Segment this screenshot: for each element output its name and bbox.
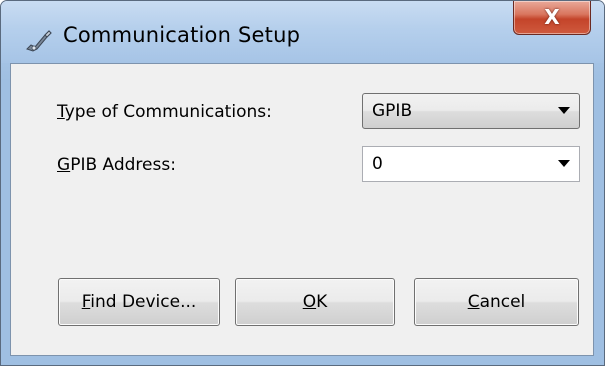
address-label-text: PIB Address: xyxy=(70,155,176,175)
address-label-mnemonic: G xyxy=(57,155,71,175)
gpib-address-label: GPIB Address: xyxy=(57,155,176,175)
type-label-text: ype of Communications: xyxy=(64,102,272,122)
find-device-button[interactable]: Find Device... xyxy=(58,278,220,326)
ok-label: K xyxy=(316,292,328,312)
type-of-communications-label: Type of Communications: xyxy=(57,102,272,122)
type-select-value: GPIB xyxy=(372,101,413,121)
title-bar[interactable]: Communication Setup X xyxy=(1,1,604,63)
find-label: ind Device... xyxy=(90,292,197,312)
chevron-down-icon xyxy=(558,160,570,167)
chevron-down-icon xyxy=(558,107,570,114)
gpib-address-select[interactable]: 0 xyxy=(362,146,580,182)
close-icon: X xyxy=(544,5,560,29)
instrument-probe-icon xyxy=(25,27,53,53)
window-title: Communication Setup xyxy=(63,23,301,47)
type-of-communications-select[interactable]: GPIB xyxy=(362,93,580,129)
type-label-mnemonic: T xyxy=(57,102,65,122)
address-select-value: 0 xyxy=(372,154,383,174)
ok-mnemonic: O xyxy=(302,292,317,312)
cancel-mnemonic: C xyxy=(467,292,480,312)
cancel-label: ancel xyxy=(479,292,526,312)
close-button[interactable]: X xyxy=(513,1,591,35)
dialog-window: Communication Setup X Type of Communicat… xyxy=(0,0,605,366)
cancel-button[interactable]: Cancel xyxy=(414,278,579,326)
dialog-body: Type of Communications: GPIB GPIB Addres… xyxy=(10,63,594,356)
find-mnemonic: F xyxy=(81,292,91,312)
ok-button[interactable]: OK xyxy=(235,278,395,326)
